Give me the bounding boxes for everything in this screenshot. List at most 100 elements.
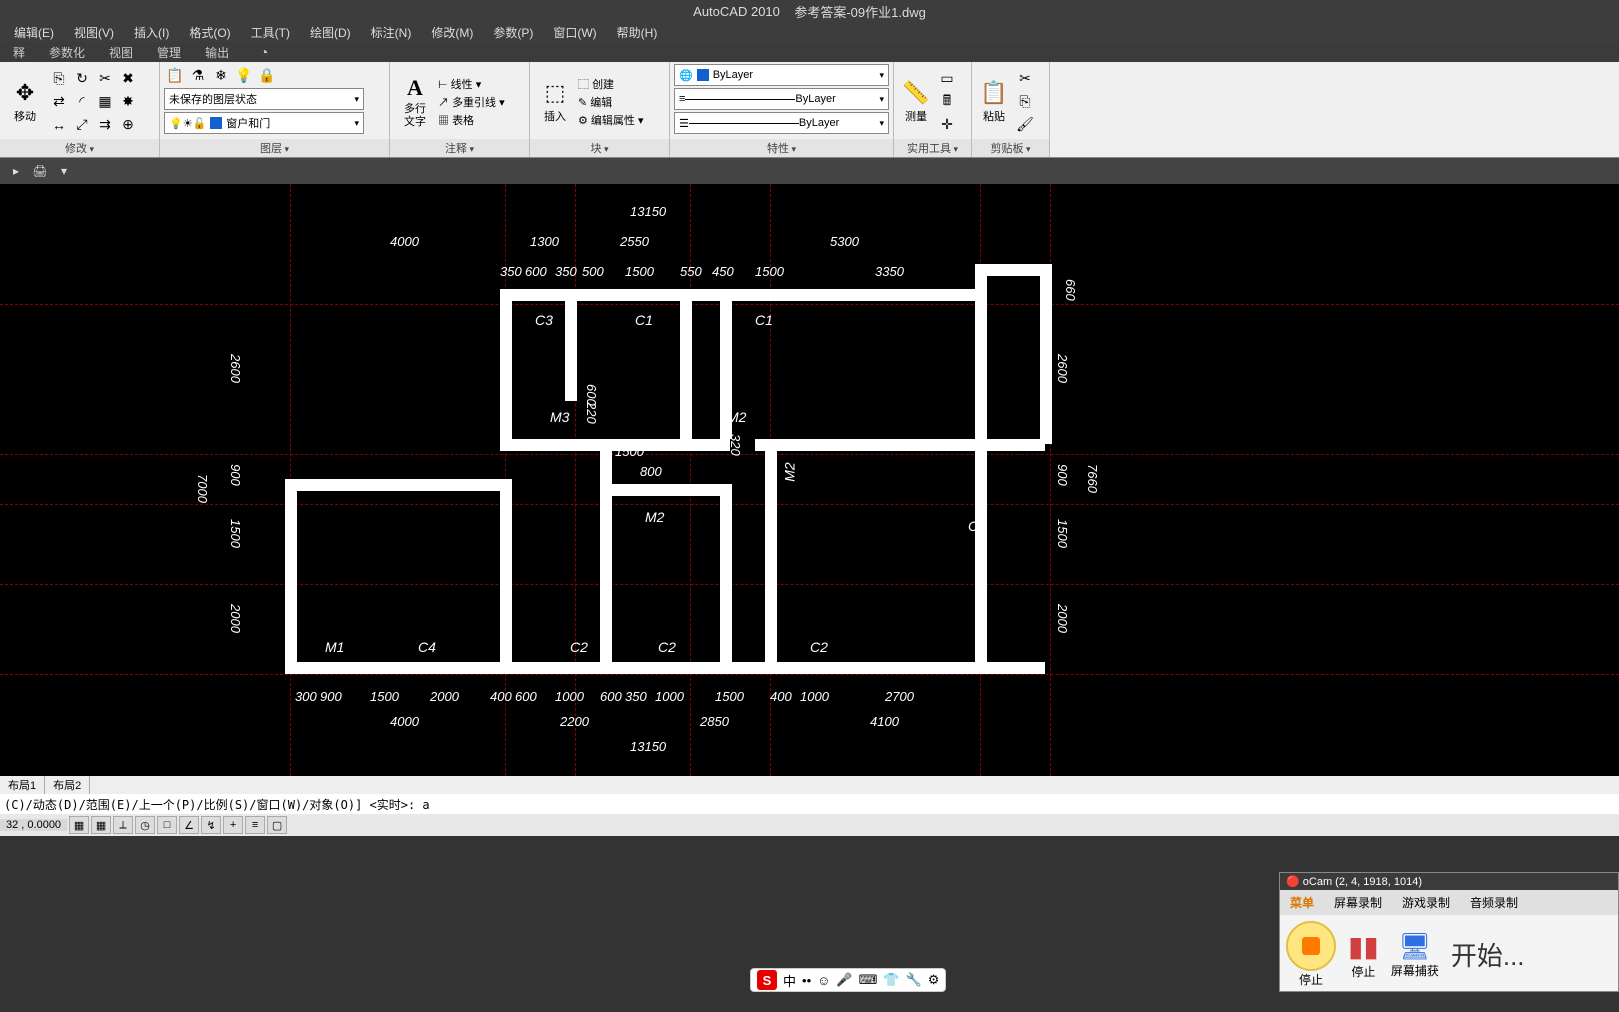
layer-current-combo[interactable]: 💡 ☀ 🔓 窗户和门▾ xyxy=(164,112,364,134)
menu-view[interactable]: 视图(V) xyxy=(64,22,124,43)
explode-icon[interactable]: ✸ xyxy=(117,91,139,113)
snap-icon[interactable]: ▦ xyxy=(69,816,89,834)
ocam-title[interactable]: 🔴 oCam (2, 4, 1918, 1014) xyxy=(1280,873,1618,890)
linear-button[interactable]: ⊢ 线性 ▾ xyxy=(438,76,505,92)
ime-toolbox-icon[interactable]: 🔧 xyxy=(906,972,922,988)
layout-tab-2[interactable]: 布局2 xyxy=(45,776,90,794)
ocam-tab-menu[interactable]: 菜单 xyxy=(1280,890,1324,915)
panel-modify-label[interactable]: 修改 xyxy=(0,139,159,157)
ocam-tab-audio[interactable]: 音频录制 xyxy=(1460,890,1528,915)
ocam-pause-button[interactable]: ▮▮ 停止 xyxy=(1348,930,1379,980)
menu-tools[interactable]: 工具(T) xyxy=(241,22,300,43)
copy-icon[interactable]: ⎘ xyxy=(48,68,70,90)
layer-freeze-icon[interactable]: ❄ xyxy=(210,64,232,86)
ime-skin-icon[interactable]: 👕 xyxy=(883,972,899,988)
grid-icon[interactable]: ▦ xyxy=(91,816,111,834)
menu-dim[interactable]: 标注(N) xyxy=(361,22,422,43)
rtab-0[interactable]: 释 xyxy=(1,42,37,63)
ortho-icon[interactable]: ⟂ xyxy=(113,816,133,834)
quickcalc-icon[interactable]: 🖩 xyxy=(936,91,958,113)
paste-button[interactable]: 📋 粘贴 xyxy=(976,67,1012,137)
panel-util-label[interactable]: 实用工具 xyxy=(894,139,971,157)
edit-attr-button[interactable]: ⚙ 编辑属性 ▾ xyxy=(578,112,644,128)
menu-draw[interactable]: 绘图(D) xyxy=(300,22,361,43)
edit-block-button[interactable]: ✎ 编辑 xyxy=(578,94,644,110)
ime-lang[interactable]: 中 xyxy=(783,971,796,990)
qat-nav-icon[interactable]: ▸ xyxy=(6,161,26,181)
scale-icon[interactable]: ⤢ xyxy=(71,114,93,136)
color-combo[interactable]: 🌐 ByLayer▾ xyxy=(674,64,889,86)
fillet-icon[interactable]: ◜ xyxy=(71,91,93,113)
offset-icon[interactable]: ⇉ xyxy=(94,114,116,136)
layer-props-icon[interactable]: 📋 xyxy=(164,64,186,86)
rtab-3[interactable]: 管理 xyxy=(145,42,193,63)
rtab-more-icon[interactable]: ◔ xyxy=(251,41,277,63)
erase-icon[interactable]: ✖ xyxy=(117,68,139,90)
menu-edit[interactable]: 编辑(E) xyxy=(4,22,64,43)
qat-dropdown-icon[interactable]: ▾ xyxy=(54,161,74,181)
menu-help[interactable]: 帮助(H) xyxy=(607,22,668,43)
panel-clip-label[interactable]: 剪贴板 xyxy=(972,139,1049,157)
layer-filter-icon[interactable]: ⚗ xyxy=(187,64,209,86)
ducs-icon[interactable]: ↯ xyxy=(201,816,221,834)
command-line[interactable]: (C)/动态(D)/范围(E)/上一个(P)/比例(S)/窗口(W)/对象(O)… xyxy=(0,794,1619,814)
drawing-area[interactable]: 13150 4000 1300 2550 5300 350 600 350 50… xyxy=(0,184,1619,776)
linetype-combo[interactable]: ≡ ByLayer▾ xyxy=(674,88,889,110)
menu-params[interactable]: 参数(P) xyxy=(483,22,543,43)
mirror-icon[interactable]: ⇄ xyxy=(48,91,70,113)
mtext-button[interactable]: A 多行 文字 xyxy=(394,67,436,137)
array-icon[interactable]: ▦ xyxy=(94,91,116,113)
lineweight-combo[interactable]: ☰ ByLayer▾ xyxy=(674,112,889,134)
menu-format[interactable]: 格式(O) xyxy=(179,22,240,43)
cut-icon[interactable]: ✂ xyxy=(1014,68,1036,90)
dyn-icon[interactable]: + xyxy=(223,816,243,834)
match-icon[interactable]: 🖌 xyxy=(1014,114,1036,136)
layer-state-combo[interactable]: 未保存的图层状态▾ xyxy=(164,88,364,110)
ocam-stop-button[interactable]: 停止 xyxy=(1286,921,1336,988)
select-icon[interactable]: ▭ xyxy=(936,68,958,90)
rtab-2[interactable]: 视图 xyxy=(97,42,145,63)
wall xyxy=(612,484,732,496)
ocam-tab-screen[interactable]: 屏幕录制 xyxy=(1324,890,1392,915)
move-button[interactable]: ✥ 移动 xyxy=(4,67,46,137)
ime-settings-icon[interactable]: ⚙ xyxy=(928,972,940,988)
qat-print-icon[interactable]: 🖨 xyxy=(30,161,50,181)
create-block-button[interactable]: ⬚ 创建 xyxy=(578,76,644,92)
menu-window[interactable]: 窗口(W) xyxy=(543,22,606,43)
lwt-icon[interactable]: ≡ xyxy=(245,816,265,834)
ime-punct-icon[interactable]: •• xyxy=(802,973,811,988)
stretch-icon[interactable]: ↔ xyxy=(48,114,70,136)
panel-block-label[interactable]: 块 xyxy=(530,139,669,157)
panel-props-label[interactable]: 特性 xyxy=(670,139,893,157)
panel-anno-label[interactable]: 注释 xyxy=(390,139,529,157)
ocam-capture-button[interactable]: 🖥 屏幕捕获 xyxy=(1391,931,1439,979)
ime-toolbar[interactable]: S 中 •• ☺ 🎤 ⌨ 👕 🔧 ⚙ xyxy=(750,968,946,992)
table-button[interactable]: ▦ 表格 xyxy=(438,112,505,128)
measure-button[interactable]: 📏 测量 xyxy=(898,67,934,137)
join-icon[interactable]: ⊕ xyxy=(117,114,139,136)
trim-icon[interactable]: ✂ xyxy=(94,68,116,90)
ocam-window[interactable]: 🔴 oCam (2, 4, 1918, 1014) 菜单 屏幕录制 游戏录制 音… xyxy=(1279,872,1619,992)
panel-layer-label[interactable]: 图层 xyxy=(160,139,389,157)
ime-keyboard-icon[interactable]: ⌨ xyxy=(859,972,878,988)
ocam-tab-game[interactable]: 游戏录制 xyxy=(1392,890,1460,915)
layout-tab-1[interactable]: 布局1 xyxy=(0,776,45,794)
qp-icon[interactable]: ▢ xyxy=(267,816,287,834)
rotate-icon[interactable]: ↻ xyxy=(71,68,93,90)
ime-mic-icon[interactable]: 🎤 xyxy=(836,972,852,988)
point-icon[interactable]: ✛ xyxy=(936,114,958,136)
layer-off-icon[interactable]: 💡 xyxy=(233,64,255,86)
menu-insert[interactable]: 插入(I) xyxy=(124,22,179,43)
osnap-icon[interactable]: □ xyxy=(157,816,177,834)
copy-clip-icon[interactable]: ⎘ xyxy=(1014,91,1036,113)
sogou-icon[interactable]: S xyxy=(757,970,777,990)
ime-emoji-icon[interactable]: ☺ xyxy=(817,973,830,988)
mleader-button[interactable]: ↗ 多重引线 ▾ xyxy=(438,94,505,110)
otrack-icon[interactable]: ∠ xyxy=(179,816,199,834)
polar-icon[interactable]: ◷ xyxy=(135,816,155,834)
layer-lock-icon[interactable]: 🔒 xyxy=(256,64,278,86)
menu-modify[interactable]: 修改(M) xyxy=(421,22,483,43)
insert-button[interactable]: ⬚ 插入 xyxy=(534,67,576,137)
rtab-4[interactable]: 输出 xyxy=(193,42,241,63)
rtab-1[interactable]: 参数化 xyxy=(37,42,97,63)
